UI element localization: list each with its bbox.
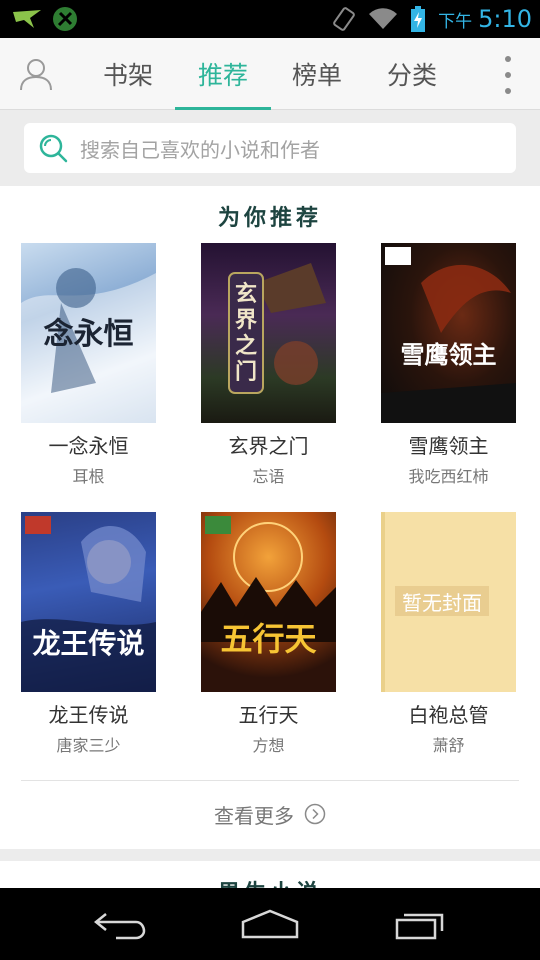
cover-title-art: 念永恒 [43,317,134,352]
search-placeholder: 搜索自己喜欢的小说和作者 [80,137,320,162]
clock-time: 5:10 [478,5,532,33]
book-author: 我吃西红柿 [408,467,489,486]
divider [21,780,519,781]
home-icon[interactable] [240,908,300,940]
overflow-menu-icon[interactable] [504,56,512,94]
cover-title-art: 玄界之门 [234,281,257,385]
view-more-label: 查看更多 [214,803,294,828]
tab-rankings[interactable]: 榜单 [269,38,365,110]
cover-art [21,516,156,692]
top-tab-bar: 书架 推荐 榜单 分类 [0,38,540,110]
cover-art [381,247,516,423]
search-area: 搜索自己喜欢的小说和作者 [0,111,540,185]
search-icon [39,134,68,163]
book-cover[interactable]: 念永恒 [21,243,156,423]
book-cover[interactable]: 龙王传说 [21,512,156,692]
cover-title-art: 五行天 [220,620,317,658]
tab-recommend[interactable]: 推荐 [175,38,271,110]
book-author: 萧舒 [432,736,465,755]
book-title: 一念永恒 [48,434,129,458]
battery-charging-icon [411,6,426,32]
wifi-icon [369,8,398,30]
book-cover[interactable]: 玄界之门 [201,243,336,423]
status-bar: 下午 5:10 [0,0,540,38]
status-right: 下午 5:10 [332,5,532,33]
book-author: 耳根 [72,467,105,486]
rotate-lock-icon [333,7,355,31]
book-item[interactable]: 暂无封面 白袍总管 萧舒 [381,512,516,756]
menu-dot [505,72,511,78]
back-icon[interactable] [92,908,148,940]
menu-dot [505,88,511,94]
tab-categories[interactable]: 分类 [364,38,460,110]
book-title: 白袍总管 [408,703,489,727]
book-author: 方想 [252,736,285,755]
cover-title-art: 雪鹰领主 [400,340,497,369]
book-item[interactable]: 玄界之门 玄界之门 忘语 [201,243,336,487]
clock: 下午 5:10 [438,5,532,33]
tools-icon [53,7,77,31]
section-title: 为你推荐 [217,206,322,231]
book-cover[interactable]: 雪鹰领主 [381,243,516,423]
chevron-right-circle-icon [304,803,326,825]
book-item[interactable]: 念永恒 一念永恒 耳根 [21,243,156,487]
book-title: 雪鹰领主 [408,434,489,458]
notification-bird-icon [13,10,41,28]
clock-ampm: 下午 [438,12,473,32]
no-cover-label: 暂无封面 [395,586,489,616]
book-author: 忘语 [252,467,285,486]
user-avatar-icon[interactable] [18,56,54,92]
book-item[interactable]: 龙王传说 龙王传说 唐家三少 [21,512,156,756]
book-title: 五行天 [238,703,299,727]
book-title: 玄界之门 [228,434,309,458]
status-left [12,6,78,32]
view-more-button[interactable]: 查看更多 [0,798,540,830]
search-input[interactable]: 搜索自己喜欢的小说和作者 [24,123,516,173]
book-item[interactable]: 雪鹰领主 雪鹰领主 我吃西红柿 [381,243,516,487]
recent-apps-icon[interactable] [394,908,448,940]
tab-bookshelf[interactable]: 书架 [80,38,176,110]
book-cover-placeholder[interactable]: 暂无封面 [381,512,516,692]
system-nav-bar [0,888,540,960]
book-cover[interactable]: 五行天 [201,512,336,692]
menu-dot [505,56,511,62]
book-title: 龙王传说 [48,703,129,727]
recommend-section: 为你推荐 念永恒 一念永恒 耳根 玄界之门 玄界之门 忘语 雪鹰领主 雪鹰领主 … [0,186,540,849]
cover-art [201,516,336,642]
cover-art [228,263,326,394]
cover-title-art: 龙王传说 [32,627,145,660]
book-item[interactable]: 五行天 五行天 方想 [201,512,336,756]
book-author: 唐家三少 [56,736,121,755]
